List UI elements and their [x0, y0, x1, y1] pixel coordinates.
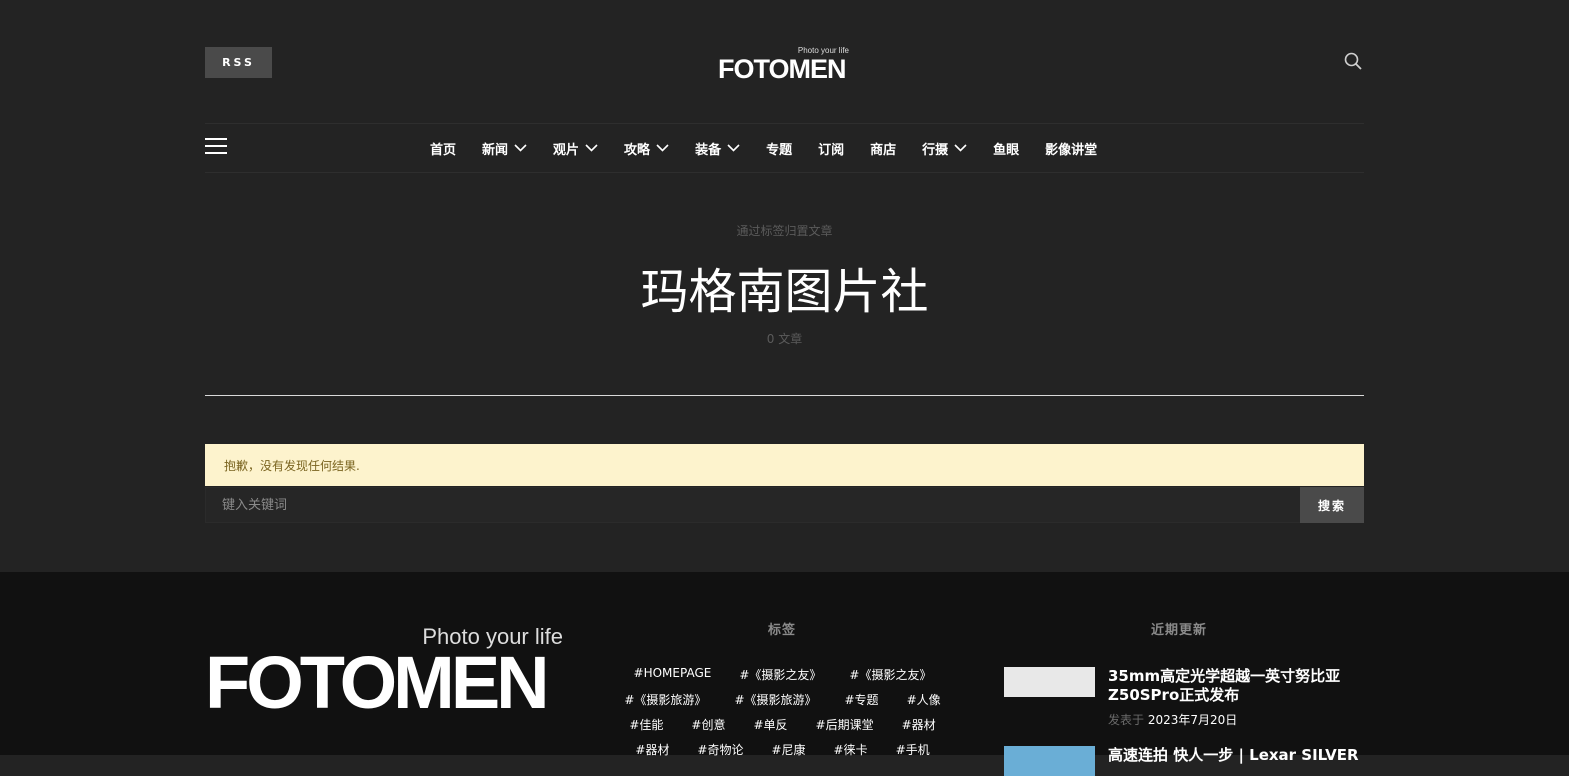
post-title[interactable]: 高速连拍 快人一步 | Lexar SILVER: [1108, 746, 1364, 765]
tag-link[interactable]: #佳能: [629, 716, 663, 733]
nav-item-label: 专题: [766, 142, 793, 158]
search-button[interactable]: 搜索: [1300, 487, 1364, 523]
recent-posts-heading: 近期更新: [1151, 623, 1208, 638]
nav-item[interactable]: 观片: [553, 139, 598, 158]
nav-item-label: 鱼眼: [993, 142, 1020, 158]
search-input[interactable]: [206, 488, 1300, 522]
nav-item[interactable]: 行摄: [922, 139, 967, 158]
chevron-down-icon: [514, 144, 527, 152]
nav-item[interactable]: 攻略: [624, 139, 669, 158]
rss-button[interactable]: RSS: [205, 47, 272, 78]
search-icon[interactable]: [1344, 52, 1364, 72]
nav-item-label: 装备: [695, 142, 722, 158]
nav-item-label: 观片: [553, 142, 580, 158]
tag-link[interactable]: #《摄影之友》: [739, 666, 821, 683]
nav-item-label: 商店: [870, 142, 897, 158]
nav-item-label: 攻略: [624, 142, 651, 158]
tag-link[interactable]: #徕卡: [834, 741, 868, 758]
tag-link[interactable]: #后期课堂: [816, 716, 874, 733]
main-nav: 首页 新闻 观片 攻略 装备 专题 订阅 商店 行摄 鱼眼 影像讲堂: [205, 123, 1364, 173]
nav-item-label: 影像讲堂: [1045, 142, 1098, 158]
nav-item[interactable]: 新闻: [482, 139, 527, 158]
chevron-down-icon: [585, 144, 598, 152]
post-meta: 发表于 2023年7月20日: [1108, 711, 1237, 728]
tag-link[interactable]: #《摄影旅游》: [734, 691, 816, 708]
tags-heading: 标签: [768, 623, 797, 638]
nav-item-label: 订阅: [818, 142, 845, 158]
tag-link[interactable]: #专题: [845, 691, 879, 708]
footer: Photo your life FOTOMEN 标签 #HOMEPAGE #《摄影…: [0, 572, 1569, 776]
nav-item[interactable]: 首页: [430, 139, 456, 158]
nav-item[interactable]: 专题: [766, 139, 792, 158]
tag-row: #佳能 #创意 #单反 #后期课堂 #器材: [610, 716, 955, 733]
recent-post[interactable]: 高速连拍 快人一步 | Lexar SILVER: [1004, 746, 1364, 776]
tag-link[interactable]: #创意: [691, 716, 725, 733]
nav-item-label: 首页: [430, 142, 457, 158]
site-logo[interactable]: Photo your life FOTOMEN: [718, 46, 852, 84]
hamburger-menu-icon[interactable]: [205, 138, 227, 158]
tag-row: #器材 #奇物论 #尼康 #徕卡 #手机: [610, 741, 955, 758]
tag-link[interactable]: #人像: [907, 691, 941, 708]
tag-link[interactable]: #单反: [753, 716, 787, 733]
chevron-down-icon: [954, 144, 967, 152]
tag-link[interactable]: #《摄影旅游》: [624, 691, 706, 708]
nav-item-label: 新闻: [482, 142, 509, 158]
no-results-notice: 抱歉，没有发现任何结果.: [205, 444, 1364, 486]
page-title: 玛格南图片社: [640, 264, 929, 320]
nav-items: 首页 新闻 观片 攻略 装备 专题 订阅 商店 行摄 鱼眼 影像讲堂: [430, 124, 1123, 172]
tag-link[interactable]: #尼康: [771, 741, 805, 758]
tag-link[interactable]: #HOMEPAGE: [634, 666, 712, 683]
chevron-down-icon: [727, 144, 740, 152]
nav-item[interactable]: 装备: [695, 139, 740, 158]
tag-row: #HOMEPAGE #《摄影之友》 #《摄影之友》: [610, 666, 955, 683]
article-count: 0 文章: [766, 332, 803, 346]
tag-link[interactable]: #《摄影之友》: [849, 666, 931, 683]
nav-item-label: 行摄: [922, 142, 949, 158]
footer-logo[interactable]: Photo your life FOTOMEN: [205, 624, 565, 724]
chevron-down-icon: [656, 144, 669, 152]
post-date: 2023年7月20日: [1147, 713, 1238, 727]
tag-link[interactable]: #器材: [635, 741, 669, 758]
logo-wordmark: FOTOMEN: [718, 54, 846, 84]
post-thumbnail[interactable]: [1004, 667, 1095, 697]
tag-link[interactable]: #奇物论: [697, 741, 743, 758]
archive-subtitle: 通过标签归置文章: [736, 224, 833, 238]
nav-item[interactable]: 商店: [870, 139, 896, 158]
nav-item[interactable]: 影像讲堂: [1045, 139, 1097, 158]
nav-item[interactable]: 订阅: [818, 139, 844, 158]
footer-logo-wordmark: FOTOMEN: [205, 641, 550, 724]
nav-item[interactable]: 鱼眼: [993, 139, 1019, 158]
post-thumbnail[interactable]: [1004, 746, 1095, 776]
tag-link[interactable]: #手机: [896, 741, 930, 758]
search-form: 搜索: [205, 487, 1364, 523]
divider: [205, 395, 1364, 396]
post-title[interactable]: 35mm高定光学超越一英寸努比亚Z50SPro正式发布: [1108, 667, 1364, 705]
tag-cloud: #HOMEPAGE #《摄影之友》 #《摄影之友》 #《摄影旅游》 #《摄影旅游》 #专题…: [610, 666, 955, 766]
post-meta-prefix: 发表于: [1108, 713, 1145, 727]
recent-post[interactable]: 35mm高定光学超越一英寸努比亚Z50SPro正式发布 发表于 2023年7月2…: [1004, 667, 1364, 737]
tag-row: #《摄影旅游》 #《摄影旅游》 #专题 #人像: [610, 691, 955, 708]
notice-text: 抱歉，没有发现任何结果.: [224, 458, 360, 473]
tag-link[interactable]: #器材: [902, 716, 936, 733]
